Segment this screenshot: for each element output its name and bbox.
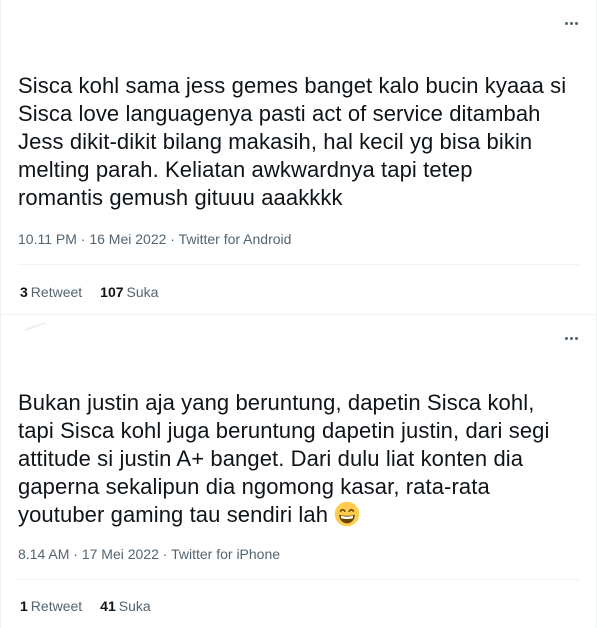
tweet-stats: 3 Retweet 107 Suka bbox=[20, 284, 158, 300]
tweet-metadata: 8.14 AM · 17 Mei 2022 · Twitter for iPho… bbox=[18, 546, 280, 562]
meta-separator: · bbox=[80, 231, 86, 247]
tweet: Bukan justin aja yang beruntung, dapetin… bbox=[1, 314, 596, 628]
decorative-mark bbox=[24, 322, 46, 331]
tweet: Sisca kohl sama jess gemes banget kalo b… bbox=[1, 0, 596, 314]
like-label: Suka bbox=[118, 598, 151, 614]
retweet-count-link[interactable]: 3 Retweet bbox=[20, 284, 82, 300]
like-count-link[interactable]: 107 Suka bbox=[100, 284, 158, 300]
more-horizontal-icon bbox=[564, 327, 579, 345]
tweet-metadata: 10.11 PM · 16 Mei 2022 · Twitter for And… bbox=[18, 231, 291, 247]
like-count: 107 bbox=[100, 284, 124, 300]
meta-separator: · bbox=[162, 546, 168, 562]
grinning-face-with-smiling-eyes-icon bbox=[334, 501, 360, 527]
tweet-date[interactable]: 16 Mei 2022 bbox=[89, 231, 166, 247]
tweet-source[interactable]: Twitter for Android bbox=[179, 231, 292, 247]
more-options-button[interactable] bbox=[560, 10, 582, 32]
tweet-text-body: Bukan justin aja yang beruntung, dapetin… bbox=[18, 390, 550, 527]
retweet-label: Retweet bbox=[30, 598, 83, 614]
tweet-date[interactable]: 17 Mei 2022 bbox=[82, 546, 159, 562]
tweet-text: Sisca kohl sama jess gemes banget kalo b… bbox=[18, 73, 567, 210]
retweet-count: 1 bbox=[20, 598, 28, 614]
tweet-time[interactable]: 10.11 PM bbox=[18, 231, 77, 247]
like-label: Suka bbox=[126, 284, 159, 300]
more-options-button[interactable] bbox=[560, 325, 582, 347]
like-count-link[interactable]: 41 Suka bbox=[100, 598, 151, 614]
like-count: 41 bbox=[100, 598, 116, 614]
tweet-text: Bukan justin aja yang beruntung, dapetin… bbox=[18, 389, 583, 529]
retweet-count: 3 bbox=[20, 284, 28, 300]
more-horizontal-icon bbox=[564, 12, 579, 30]
meta-separator: · bbox=[170, 231, 175, 247]
tweet-stats: 1 Retweet 41 Suka bbox=[20, 598, 151, 614]
tweet-source[interactable]: Twitter for iPhone bbox=[171, 546, 280, 562]
divider bbox=[18, 579, 579, 580]
retweet-label: Retweet bbox=[30, 284, 83, 300]
meta-separator: · bbox=[73, 546, 78, 562]
tweet-time[interactable]: 8.14 AM bbox=[18, 546, 69, 562]
divider bbox=[18, 264, 579, 265]
retweet-count-link[interactable]: 1 Retweet bbox=[20, 598, 82, 614]
tweet-thread: Sisca kohl sama jess gemes banget kalo b… bbox=[0, 0, 597, 628]
